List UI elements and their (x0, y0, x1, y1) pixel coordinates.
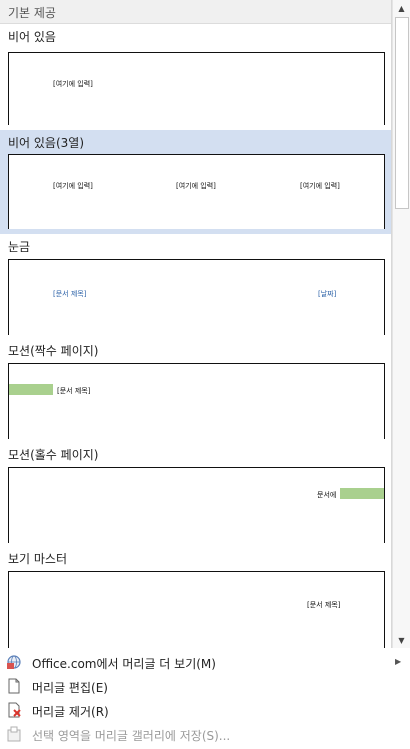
gallery-item-label: 비어 있음(3열) (8, 136, 85, 150)
placeholder-text: [문서 제목] (57, 387, 91, 395)
placeholder-text: [여기에 입력] (53, 182, 93, 190)
gallery-item-motion-odd[interactable]: 모션(홀수 페이지) 문서에 (0, 442, 391, 546)
gallery-item-label: 모션(짝수 페이지) (8, 344, 99, 358)
gallery-item-view-master[interactable]: 보기 마스터 [문서 제목] (0, 546, 391, 648)
gallery-menu: Office.com에서 머리글 더 보기(M) ▶ 머리글 편집(E) 머리글… (0, 650, 410, 749)
menu-item-label: Office.com에서 머리글 더 보기(M) (32, 657, 216, 671)
office-globe-icon (6, 654, 22, 670)
scroll-thumb[interactable] (395, 17, 409, 209)
placeholder-text: [여기에 입력] (300, 182, 340, 190)
page-icon (6, 678, 22, 694)
header-preview: [문서 제목] (8, 363, 385, 439)
placeholder-text: 문서에 (317, 491, 337, 499)
motion-bar (340, 488, 384, 499)
vertical-scrollbar[interactable]: ▲ ▼ (392, 0, 410, 648)
section-header: 기본 제공 (0, 0, 391, 24)
scroll-up-button[interactable]: ▲ (393, 1, 410, 15)
gallery-item-grid[interactable]: 눈금 [문서 제목] [날짜] (0, 234, 391, 338)
placeholder-text: [여기에 입력] (53, 80, 93, 88)
header-preview: [문서 제목] (8, 571, 385, 648)
header-preview: [여기에 입력] [여기에 입력] [여기에 입력] (8, 154, 385, 229)
section-title: 기본 제공 (8, 6, 56, 20)
placeholder-text: [문서 제목] (307, 601, 341, 609)
gallery-item-label: 눈금 (8, 240, 31, 254)
header-preview: 문서에 (8, 467, 385, 543)
menu-item-label: 머리글 편집(E) (32, 681, 108, 695)
placeholder-text: [문서 제목] (53, 290, 87, 298)
motion-bar (9, 384, 53, 395)
menu-item-label: 머리글 제거(R) (32, 705, 109, 719)
placeholder-text: [날짜] (318, 290, 337, 298)
menu-item-edit-header[interactable]: 머리글 편집(E) (0, 675, 410, 698)
gallery-item-blank-three-column[interactable]: 비어 있음(3열) [여기에 입력] [여기에 입력] [여기에 입력] (0, 130, 391, 234)
gallery-item-motion-even[interactable]: 모션(짝수 페이지) [문서 제목] (0, 338, 391, 442)
header-preview: [여기에 입력] (8, 52, 385, 125)
submenu-arrow-icon: ▶ (395, 657, 402, 666)
save-selection-icon (6, 726, 22, 742)
gallery-item-blank[interactable]: 비어 있음 [여기에 입력] (0, 24, 391, 128)
menu-item-save-selection: 선택 영역을 머리글 갤러리에 저장(S)... (0, 723, 410, 746)
remove-page-icon (6, 702, 22, 718)
gallery-item-label: 모션(홀수 페이지) (8, 448, 99, 462)
placeholder-text: [여기에 입력] (176, 182, 216, 190)
scroll-down-button[interactable]: ▼ (393, 633, 410, 647)
menu-item-more-headers[interactable]: Office.com에서 머리글 더 보기(M) ▶ (0, 651, 410, 674)
header-gallery: 기본 제공 비어 있음 [여기에 입력] 비어 있음(3열) [여기에 입력] … (0, 0, 392, 648)
menu-item-label: 선택 영역을 머리글 갤러리에 저장(S)... (32, 729, 231, 743)
menu-item-remove-header[interactable]: 머리글 제거(R) (0, 699, 410, 722)
gallery-item-label: 보기 마스터 (8, 552, 68, 566)
header-preview: [문서 제목] [날짜] (8, 259, 385, 335)
gallery-item-label: 비어 있음 (8, 30, 56, 44)
